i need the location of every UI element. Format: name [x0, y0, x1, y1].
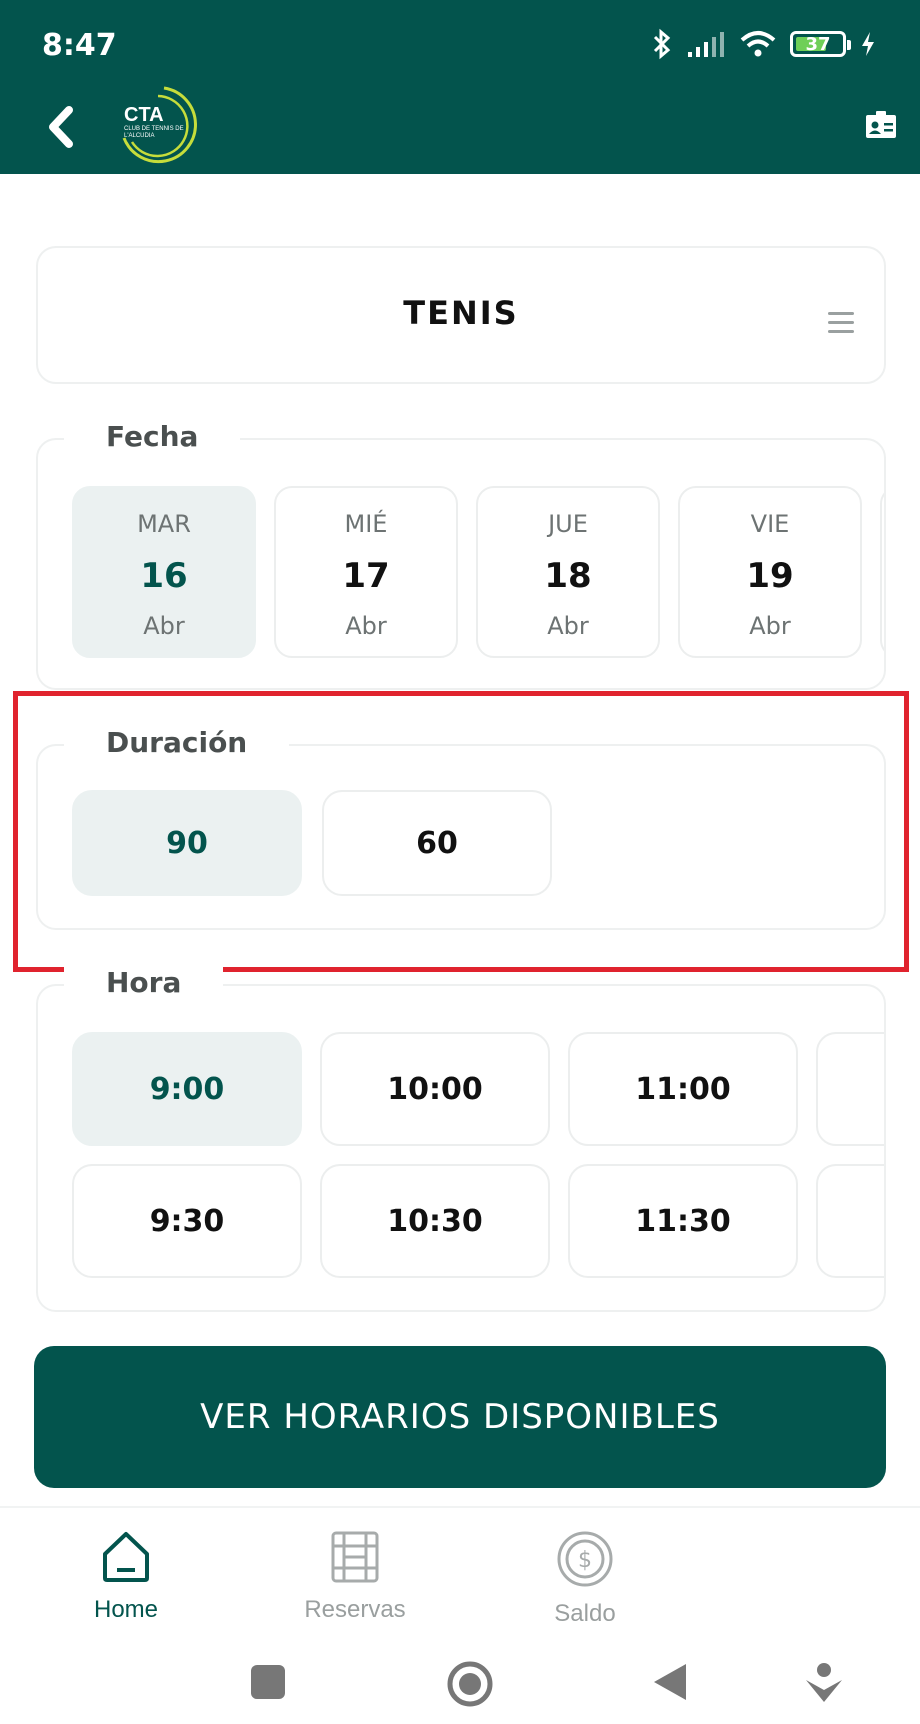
date-option[interactable]: MAR 16 Abr	[72, 486, 256, 658]
date-section-label: Fecha	[64, 420, 241, 453]
menu-icon[interactable]	[828, 312, 854, 339]
hour-option[interactable]: 10:30	[320, 1164, 550, 1278]
nav-reservas-label: Reservas	[304, 1596, 406, 1623]
assistant-icon[interactable]	[804, 1662, 844, 1702]
sport-selector[interactable]: TENIS	[36, 246, 886, 384]
date-dow: VIE	[750, 510, 790, 538]
home-icon	[103, 1532, 149, 1582]
id-card-icon[interactable]	[864, 110, 898, 140]
battery-indicator: 37	[790, 31, 851, 57]
recents-icon[interactable]	[250, 1664, 286, 1700]
date-option[interactable]: VIE 19 Abr	[678, 486, 862, 658]
date-option[interactable]: MIÉ 17 Abr	[274, 486, 458, 658]
date-month: Abr	[345, 612, 387, 640]
date-option-partial[interactable]	[880, 486, 884, 658]
date-dow: MAR	[137, 510, 191, 538]
date-month: Abr	[749, 612, 791, 640]
bottom-navigation: Home Reservas $ Saldo	[0, 1506, 920, 1627]
nav-home-label: Home	[93, 1596, 159, 1623]
status-icons: 37	[652, 28, 876, 60]
hour-section-label: Hora	[64, 966, 224, 999]
hour-option[interactable]: 11:00	[568, 1032, 798, 1146]
hour-option-partial[interactable]	[816, 1032, 884, 1146]
chevron-left-icon	[49, 106, 73, 148]
bluetooth-icon	[653, 28, 671, 60]
reservas-icon	[331, 1531, 379, 1583]
date-option[interactable]: JUE 18 Abr	[476, 486, 660, 658]
date-day: 16	[140, 556, 188, 596]
nav-reservas[interactable]: Reservas	[275, 1530, 435, 1624]
logo-text: CTA	[124, 104, 164, 126]
system-navigation	[0, 1660, 920, 1724]
highlight-box	[13, 691, 909, 972]
hour-option[interactable]: 9:00	[72, 1032, 302, 1146]
back-button[interactable]	[40, 102, 80, 152]
nav-home[interactable]: Home	[46, 1530, 206, 1624]
date-day: 18	[544, 556, 592, 596]
hour-option[interactable]: 11:30	[568, 1164, 798, 1278]
date-month: Abr	[547, 612, 589, 640]
date-dow: JUE	[548, 510, 588, 538]
date-section: MAR 16 Abr MIÉ 17 Abr JUE 18 Abr VIE 19 …	[36, 438, 886, 690]
nav-saldo[interactable]: $ Saldo	[505, 1530, 665, 1628]
app-header: 8:47 37 CTA CLUB DE TENNIS DE L'ALCUDIA	[0, 0, 920, 174]
date-day: 19	[746, 556, 794, 596]
logo-subtext: CLUB DE TENNIS DE L'ALCUDIA	[124, 126, 184, 139]
date-dow: MIÉ	[344, 510, 388, 538]
hour-option[interactable]: 10:00	[320, 1032, 550, 1146]
status-time: 8:47	[42, 28, 117, 63]
hour-option[interactable]: 9:30	[72, 1164, 302, 1278]
hour-option-partial[interactable]	[816, 1164, 884, 1278]
home-circle-icon[interactable]	[446, 1660, 494, 1708]
nav-saldo-label: Saldo	[554, 1600, 616, 1627]
signal-icon	[688, 32, 724, 57]
charging-icon	[862, 32, 874, 56]
back-triangle-icon[interactable]	[652, 1662, 688, 1702]
sport-title: TENIS	[403, 294, 519, 332]
date-month: Abr	[143, 612, 185, 640]
wifi-icon	[740, 31, 776, 57]
view-available-hours-button[interactable]: VER HORARIOS DISPONIBLES	[34, 1346, 886, 1488]
svg-text:$: $	[578, 1548, 592, 1573]
saldo-icon: $	[557, 1531, 613, 1587]
date-day: 17	[342, 556, 390, 596]
hour-section: 9:00 10:00 11:00 9:30 10:30 11:30	[36, 984, 886, 1312]
battery-percent: 37	[805, 33, 831, 55]
